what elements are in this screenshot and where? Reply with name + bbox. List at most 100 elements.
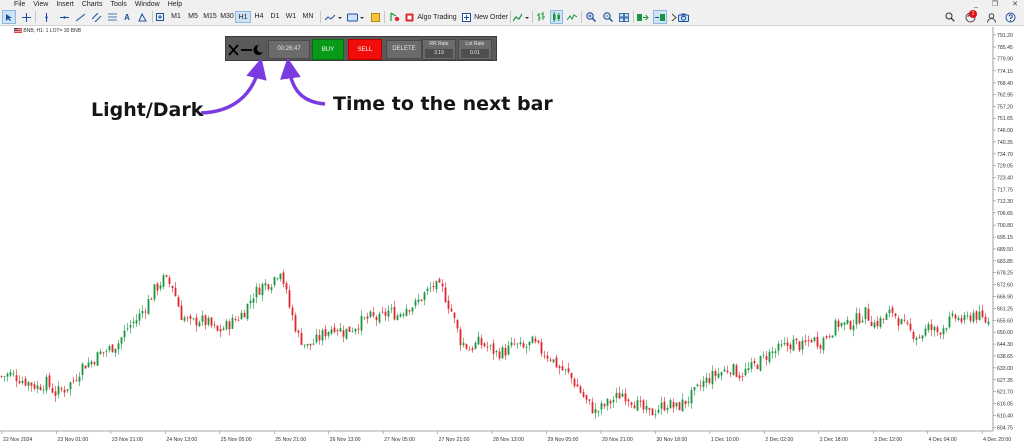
lot-rate-value[interactable]: 0.01 [461, 49, 489, 58]
candle-body [180, 305, 183, 320]
candle-body [858, 313, 861, 324]
candle-body [933, 326, 936, 331]
price-tick-label: 734.70 [997, 152, 1013, 158]
candle-body [177, 297, 180, 307]
price-tick-label: 616.05 [997, 402, 1013, 408]
menu-charts[interactable]: Charts [82, 0, 111, 9]
chart-type-icon[interactable] [324, 10, 344, 24]
candle-body [891, 307, 894, 313]
restore-button[interactable]: ❐ [992, 0, 998, 9]
candle-body [627, 399, 630, 402]
timeframe-picker-icon[interactable] [155, 10, 165, 24]
signal-icon[interactable] [389, 10, 401, 24]
time-tick-label: 25 Nov 21:00 [275, 437, 306, 443]
algo-trading-label: Algo Trading [417, 13, 457, 21]
candle-body [165, 275, 168, 277]
time-tick-label: 28 Nov 13:00 [493, 437, 524, 443]
candle-body [243, 312, 246, 318]
zoom-out-icon[interactable] [602, 10, 614, 24]
candle-body [480, 338, 483, 346]
template-icon[interactable] [346, 10, 366, 24]
market-watch-icon[interactable] [512, 10, 530, 24]
timeframe-mn[interactable]: MN [300, 11, 316, 23]
indicators-icon[interactable] [369, 10, 381, 24]
menu-view[interactable]: View [33, 0, 56, 9]
timeframe-w1[interactable]: W1 [284, 11, 298, 23]
candle-body [231, 317, 234, 329]
channel-icon[interactable] [90, 10, 102, 24]
help-icon[interactable] [1002, 10, 1018, 24]
timeframe-m15[interactable]: M15 [202, 11, 218, 23]
line-chart-icon[interactable] [566, 10, 578, 24]
timeframe-m30[interactable]: M30 [219, 11, 235, 23]
candle-body [771, 351, 774, 354]
price-tick-label: 779.90 [997, 57, 1013, 63]
candle-body [609, 400, 612, 404]
candle-body [306, 343, 309, 346]
timeframe-m1[interactable]: M1 [168, 11, 184, 23]
candle-body [171, 285, 174, 288]
theme-toggle[interactable] [228, 40, 264, 59]
new-order-button[interactable]: New Order [462, 10, 508, 24]
vertical-line-icon[interactable] [40, 10, 52, 24]
horizontal-line-icon[interactable] [58, 10, 70, 24]
tile-windows-icon[interactable] [618, 10, 630, 24]
screenshot-icon[interactable] [677, 10, 690, 24]
buy-button[interactable]: BUY [312, 39, 344, 60]
menu-tools[interactable]: Tools [110, 0, 134, 9]
candle-body [600, 403, 603, 410]
trendline-icon[interactable] [74, 10, 86, 24]
candle-body [435, 281, 438, 290]
candle-body [45, 376, 48, 391]
timeframe-h4[interactable]: H4 [252, 11, 266, 23]
lot-rate-box[interactable]: Lot Rate 0.01 [458, 39, 492, 60]
timeframe-m5[interactable]: M5 [185, 11, 201, 23]
menu-window[interactable]: Window [135, 0, 168, 9]
candle-body [783, 343, 786, 345]
shapes-icon[interactable] [136, 10, 148, 24]
candle-body [201, 315, 204, 322]
bar-chart-icon[interactable] [535, 10, 547, 24]
candle-body [411, 307, 414, 312]
auto-scroll-icon[interactable] [636, 10, 650, 24]
chart-area[interactable]: 791.20 785.45 779.90 774.15 768.40 762.95 757.… [0, 27, 1024, 448]
menu-file[interactable]: File [0, 0, 33, 9]
timeframe-d1[interactable]: D1 [268, 11, 282, 23]
candle-body [744, 368, 747, 376]
timeframe-h1[interactable]: H1 [235, 11, 251, 23]
user-profile-icon[interactable] [984, 10, 998, 24]
rr-rate-value[interactable]: 3.19 [425, 49, 453, 58]
candlestick-icon[interactable] [550, 10, 563, 24]
rr-rate-box[interactable]: RR Rate 3.19 [422, 39, 456, 60]
candle-body [234, 319, 237, 320]
cursor-icon[interactable] [2, 10, 16, 24]
candle-body [393, 306, 396, 320]
delete-button[interactable]: DELETE [386, 40, 422, 59]
candle-body [351, 331, 354, 333]
crosshair-icon[interactable] [20, 10, 32, 24]
zoom-in-icon[interactable] [585, 10, 597, 24]
time-tick-label: 4 Dec 04:00 [929, 437, 957, 443]
candle-body [432, 286, 435, 288]
candle-body [786, 342, 789, 346]
menu-insert[interactable]: Insert [56, 0, 82, 9]
candle-body [807, 340, 810, 342]
candle-body [396, 315, 399, 320]
minimize-button[interactable]: _ [974, 0, 978, 9]
candle-body [843, 322, 846, 325]
sell-button[interactable]: SELL [348, 39, 382, 60]
chart-shift-icon[interactable] [653, 10, 667, 24]
price-chart[interactable]: 791.20 785.45 779.90 774.15 768.40 762.95 757.… [0, 27, 1024, 448]
candle-body [528, 341, 531, 346]
stop-icon [405, 13, 414, 21]
algo-trading-button[interactable]: Algo Trading [404, 10, 458, 24]
text-tool-icon[interactable]: A [120, 10, 134, 24]
close-button[interactable]: ✕ [1012, 0, 1018, 9]
search-icon[interactable] [944, 10, 956, 24]
candle-body [756, 364, 759, 370]
notifications-icon[interactable]: 1 [962, 10, 978, 24]
candle-body [249, 300, 252, 304]
price-tick-label: 678.25 [997, 271, 1013, 277]
fibonacci-icon[interactable] [106, 10, 118, 24]
menu-help[interactable]: Help [168, 0, 190, 9]
